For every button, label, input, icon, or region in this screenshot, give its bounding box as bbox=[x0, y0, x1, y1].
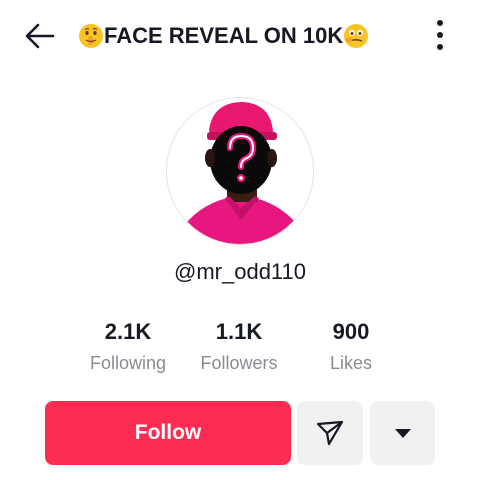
paper-plane-icon bbox=[316, 420, 344, 446]
stat-likes-value: 900 bbox=[332, 319, 370, 344]
stat-following[interactable]: 2.1K Following bbox=[73, 318, 183, 378]
message-button[interactable] bbox=[297, 401, 363, 465]
vertical-dots-icon-dot bbox=[437, 32, 443, 38]
face-with-hand-over-mouth-emoji bbox=[343, 23, 369, 49]
avatar[interactable] bbox=[166, 97, 314, 245]
stat-followers-label: Followers bbox=[200, 353, 278, 373]
stat-following-label: Following bbox=[89, 353, 167, 373]
shushing-face-emoji bbox=[78, 23, 104, 49]
vertical-dots-icon bbox=[437, 20, 443, 26]
stat-following-value: 2.1K bbox=[104, 319, 152, 344]
stat-followers[interactable]: 1.1K Followers bbox=[184, 318, 294, 378]
more-options-button[interactable] bbox=[426, 16, 454, 54]
stat-followers-value: 1.1K bbox=[215, 319, 263, 344]
username: @mr_odd110 bbox=[174, 259, 306, 284]
back-button[interactable] bbox=[22, 18, 58, 54]
follow-button[interactable]: Follow bbox=[45, 401, 291, 465]
page-title-text: FACE REVEAL ON 10K bbox=[104, 23, 344, 48]
profile-header: FACE REVEAL ON 10K bbox=[0, 0, 480, 70]
page-title: FACE REVEAL ON 10K bbox=[78, 18, 369, 54]
vertical-dots-icon-dot bbox=[437, 44, 443, 50]
stat-likes-label: Likes bbox=[329, 353, 373, 373]
arrow-left-icon bbox=[25, 23, 55, 49]
more-actions-button[interactable] bbox=[370, 401, 435, 465]
caret-down-icon bbox=[394, 429, 411, 438]
avatar-image bbox=[167, 98, 313, 244]
stat-likes: 900 Likes bbox=[296, 318, 406, 378]
